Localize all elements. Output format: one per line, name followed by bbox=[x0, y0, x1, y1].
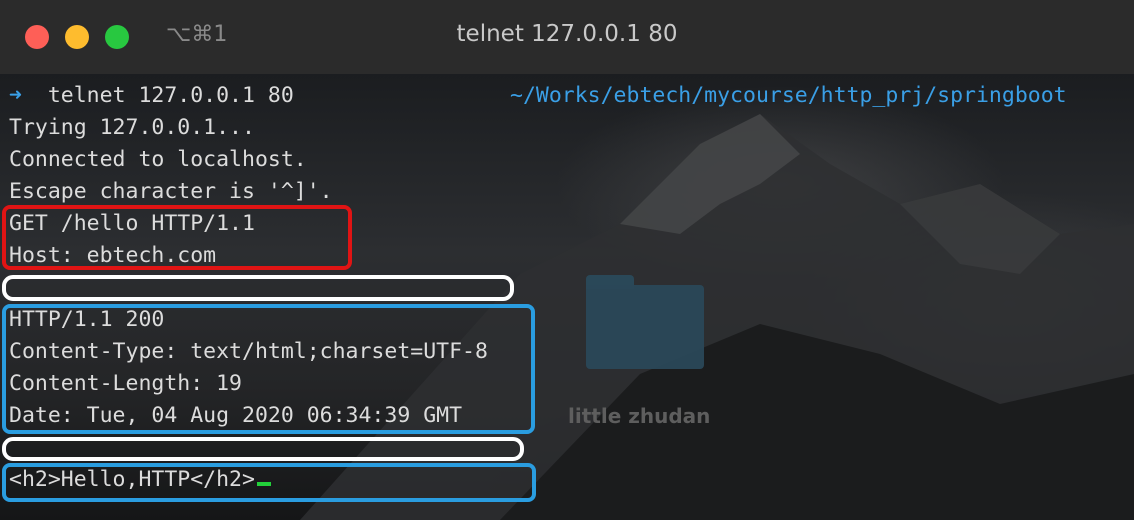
title-bar: ⌥⌘1 telnet 127.0.0.1 80 bbox=[0, 0, 1134, 75]
request-highlight-box bbox=[2, 205, 352, 270]
window-title: telnet 127.0.0.1 80 bbox=[456, 21, 678, 47]
output-line: Trying 127.0.0.1... bbox=[9, 115, 255, 140]
terminal-window: ⌥⌘1 telnet 127.0.0.1 80 little zhudan ➜ … bbox=[0, 0, 1134, 520]
request-blank-line-highlight bbox=[2, 275, 514, 301]
current-directory: ~/Works/ebtech/mycourse/http_prj/springb… bbox=[510, 83, 1067, 108]
prompt-command: telnet 127.0.0.1 80 bbox=[47, 83, 294, 108]
response-blank-line-highlight bbox=[2, 437, 524, 461]
folder-icon[interactable] bbox=[586, 275, 704, 369]
output-line: Escape character is '^]'. bbox=[9, 179, 333, 204]
prompt-arrow-icon: ➜ bbox=[9, 83, 22, 108]
response-body-highlight-box bbox=[2, 463, 536, 502]
terminal-content[interactable]: little zhudan ➜ telnet 127.0.0.1 80 ~/Wo… bbox=[0, 74, 1134, 520]
output-line: Connected to localhost. bbox=[9, 147, 307, 172]
prompt-line: ➜ telnet 127.0.0.1 80 bbox=[9, 82, 294, 110]
response-headers-highlight-box bbox=[2, 304, 535, 434]
folder-label: little zhudan bbox=[568, 404, 711, 428]
